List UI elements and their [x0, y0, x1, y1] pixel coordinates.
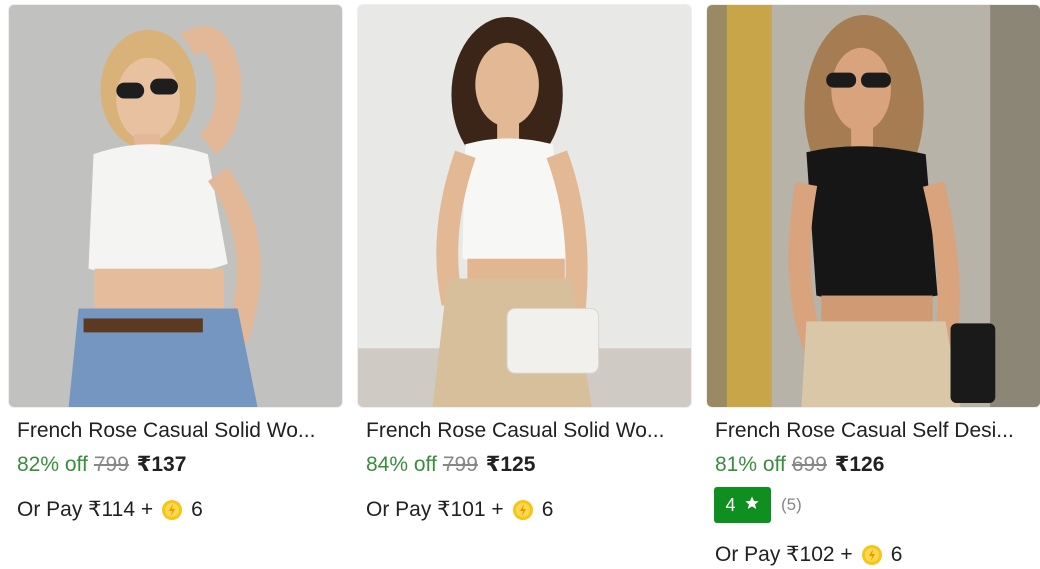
rating-value: 4	[725, 494, 736, 515]
product-photo-black-crop-top	[707, 5, 1040, 407]
discount-label: 84% off	[366, 453, 437, 476]
or-pay-text: Or Pay ₹102 +	[715, 543, 853, 566]
star-icon	[744, 495, 760, 516]
or-pay-text: Or Pay ₹101 +	[366, 498, 504, 521]
coin-count: 6	[191, 498, 203, 521]
sale-price: ₹125	[485, 453, 536, 476]
rating-count: (5)	[781, 495, 802, 514]
price-row: 81% off 699 ₹126	[715, 452, 884, 478]
supercoin-icon	[861, 544, 883, 566]
coin-count: 6	[541, 498, 554, 521]
or-pay-row: Or Pay ₹114 + 6	[17, 496, 203, 524]
or-pay-row: Or Pay ₹102 + 6	[715, 541, 902, 569]
or-pay-text: Or Pay ₹114 +	[17, 498, 154, 521]
sale-price: ₹137	[136, 453, 187, 476]
rating-badge: 4	[714, 487, 771, 523]
original-price: 799	[93, 453, 129, 476]
discount-label: 81% off	[715, 453, 786, 476]
product-photo-white-halter-top	[358, 5, 691, 407]
coin-count: 6	[890, 543, 903, 566]
original-price: 699	[791, 453, 827, 476]
product-photo-white-crop-top	[9, 5, 342, 407]
supercoin-icon	[512, 499, 534, 521]
or-pay-row: Or Pay ₹101 + 6	[366, 496, 553, 524]
original-price: 799	[442, 453, 478, 476]
product-card[interactable]: French Rose Casual Solid Wo... 84% off 79…	[357, 0, 697, 569]
price-row: 82% off 799 ₹137	[17, 452, 186, 478]
product-grid: French Rose Casual Solid Wo... 82% off 79…	[0, 0, 1040, 569]
sale-price: ₹126	[834, 453, 885, 476]
product-image[interactable]	[357, 4, 692, 408]
product-title[interactable]: French Rose Casual Self Desi...	[715, 418, 1037, 444]
product-image[interactable]	[706, 4, 1040, 408]
product-image[interactable]	[8, 4, 343, 408]
product-card[interactable]: French Rose Casual Solid Wo... 82% off 79…	[8, 0, 348, 569]
product-card[interactable]: French Rose Casual Self Desi... 81% off 6…	[706, 0, 1040, 569]
supercoin-icon	[161, 499, 183, 521]
product-title[interactable]: French Rose Casual Solid Wo...	[366, 418, 688, 444]
rating-row: 4 (5)	[714, 487, 802, 523]
price-row: 84% off 799 ₹125	[366, 452, 535, 478]
product-title[interactable]: French Rose Casual Solid Wo...	[17, 418, 339, 444]
discount-label: 82% off	[17, 453, 88, 476]
